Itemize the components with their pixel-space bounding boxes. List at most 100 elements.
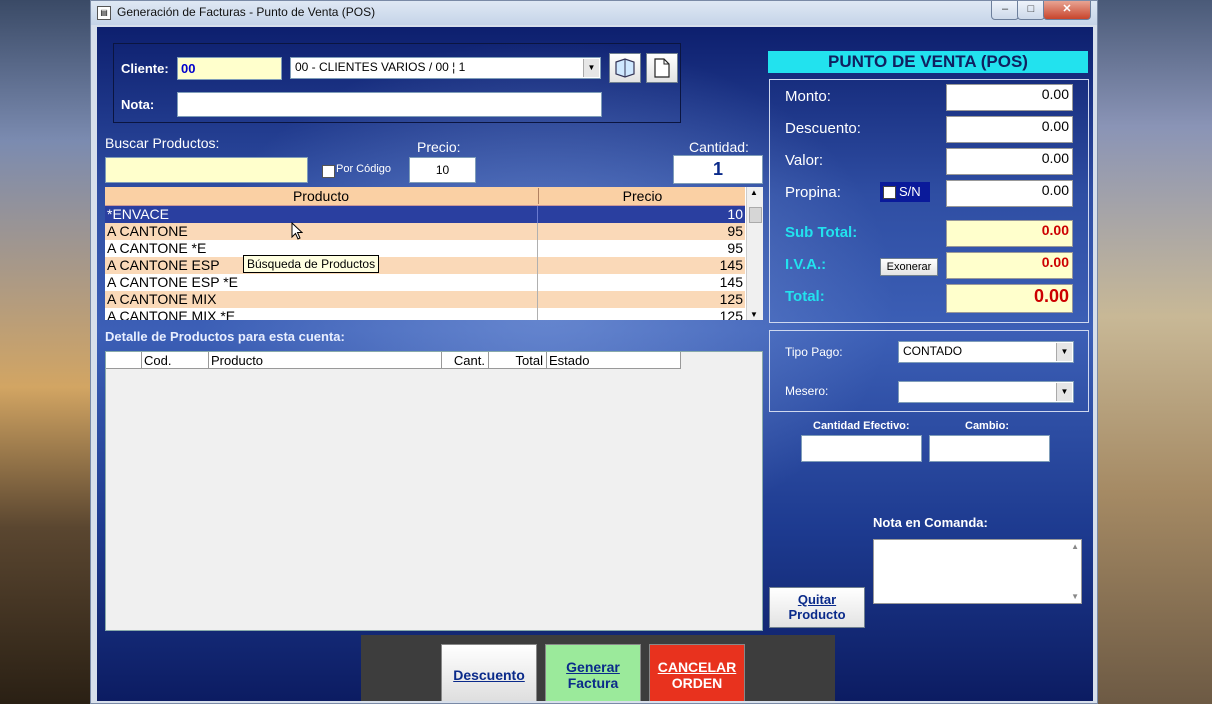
descuento-value: 0.00 [946,116,1073,143]
product-row[interactable]: A CANTONE *E 95 [105,240,745,257]
search-client-button[interactable] [609,53,641,83]
exonerar-button[interactable]: Exonerar [880,258,938,276]
pos-window: ▤ Generación de Facturas - Punto de Vent… [90,0,1098,704]
client-area: Cliente: 00 - CLIENTES VARIOS / 00 ¦ 1 ▼… [97,27,1093,701]
scroll-up-icon[interactable]: ▲ [750,188,758,197]
propina-sn-toggle[interactable]: S/N [880,182,930,202]
propina-checkbox[interactable] [883,186,896,199]
title-bar[interactable]: ▤ Generación de Facturas - Punto de Vent… [91,1,1097,25]
generar-line1: Generar [566,659,620,675]
detail-header-cod[interactable]: Cod. [142,352,209,369]
tipo-pago-label: Tipo Pago: [785,345,843,359]
chevron-down-icon[interactable]: ▼ [1056,383,1072,401]
monto-value: 0.00 [946,84,1073,111]
cambio-input[interactable] [929,435,1050,462]
quitar-line1: Quitar [797,592,837,607]
cliente-label: Cliente: [121,61,169,76]
pos-totals-panel: Monto: 0.00 Descuento: 0.00 Valor: 0.00 … [769,79,1089,323]
cambio-label: Cambio: [965,420,1009,432]
scroll-thumb[interactable] [749,207,762,223]
scroll-up-icon[interactable]: ▲ [1071,542,1079,551]
product-row[interactable]: A CANTONE ESP *E 145 [105,274,745,291]
minimize-button[interactable]: – [991,1,1019,20]
header-producto[interactable]: Producto [105,188,537,204]
quitar-line2: Producto [788,607,846,622]
descuento-label-text: Descuento [453,667,525,683]
propina-value: 0.00 [946,180,1073,207]
product-name: A CANTONE *E [107,240,207,256]
chevron-down-icon[interactable]: ▼ [1056,343,1072,361]
subtotal-value: 0.00 [946,220,1073,247]
detail-header-estado[interactable]: Estado [547,352,681,369]
descuento-label: Descuento: [785,120,861,137]
tooltip: Búsqueda de Productos [243,255,380,273]
detail-header-cant[interactable]: Cant. [442,352,489,369]
total-label: Total: [785,288,825,305]
detail-header-total[interactable]: Total [489,352,547,369]
cantidad-label: Cantidad: [689,139,749,155]
total-value: 0.00 [946,284,1073,313]
product-name: A CANTONE MIX *E [107,308,236,320]
scroll-down-icon[interactable]: ▼ [750,310,758,319]
buscar-label: Buscar Productos: [105,135,220,151]
por-codigo-checkbox[interactable] [322,165,335,178]
document-icon [654,58,670,78]
new-client-button[interactable] [646,53,678,83]
propina-sn-label: S/N [899,184,921,199]
quitar-producto-button[interactable]: Quitar Producto [769,587,865,628]
product-row[interactable]: A CANTONE ESP 145 [105,257,745,274]
payment-panel: Tipo Pago: CONTADO ▼ Mesero: ▼ [769,330,1089,412]
tipo-pago-select[interactable]: CONTADO ▼ [898,341,1074,363]
mesero-select[interactable]: ▼ [898,381,1074,403]
nota-input[interactable] [177,92,602,117]
precio-label: Precio: [417,139,461,155]
cantidad-input[interactable] [673,155,763,184]
product-row[interactable]: A CANTONE MIX *E 125 [105,308,745,320]
header-precio[interactable]: Precio [538,188,746,204]
subtotal-label: Sub Total: [785,224,858,241]
product-name: A CANTONE [107,223,188,239]
product-price: 95 [727,223,743,239]
cancelar-orden-button[interactable]: CANCELAR ORDEN [649,644,745,701]
detail-header-select [106,352,142,369]
product-name: *ENVACE [107,206,169,222]
comanda-textarea[interactable]: ▲ ▼ [873,539,1082,604]
descuento-button[interactable]: Descuento [441,644,537,701]
cancelar-line2: ORDEN [671,675,723,691]
product-row[interactable]: A CANTONE MIX 125 [105,291,745,308]
detail-grid[interactable]: Cod. Producto Cant. Total Estado [105,351,763,631]
desktop-background-left [0,0,92,704]
product-price: 95 [727,240,743,256]
product-price: 125 [719,308,743,320]
product-row[interactable]: *ENVACE 10 [105,206,745,223]
detail-title: Detalle de Productos para esta cuenta: [105,329,345,344]
detail-header-producto[interactable]: Producto [209,352,442,369]
product-price: 125 [719,291,743,307]
mouse-cursor-icon [291,221,304,243]
nota-label: Nota: [121,97,155,112]
products-grid[interactable]: Producto Precio *ENVACE 10 A CANTONE 95 A … [105,187,763,320]
cliente-code-input[interactable] [177,57,282,80]
scroll-down-icon[interactable]: ▼ [1071,592,1079,601]
comanda-label: Nota en Comanda: [873,515,988,530]
cliente-select[interactable]: 00 - CLIENTES VARIOS / 00 ¦ 1 ▼ [290,57,601,79]
valor-label: Valor: [785,152,824,169]
book-icon [615,58,635,78]
close-button[interactable]: ✕ [1043,1,1091,20]
window-title: Generación de Facturas - Punto de Venta … [117,5,376,19]
generar-factura-button[interactable]: Generar Factura [545,644,641,701]
product-price: 145 [719,274,743,290]
maximize-button[interactable]: □ [1017,1,1045,20]
product-name: A CANTONE MIX [107,291,217,307]
chevron-down-icon[interactable]: ▼ [583,59,599,77]
buscar-input[interactable] [105,157,308,183]
iva-value: 0.00 [946,252,1073,279]
cancelar-line1: CANCELAR [657,659,737,675]
efectivo-input[interactable] [801,435,922,462]
product-row[interactable]: A CANTONE 95 [105,223,745,240]
precio-input[interactable] [409,157,476,183]
efectivo-label: Cantidad Efectivo: [813,420,910,432]
product-price: 10 [727,206,743,222]
por-codigo-label: Por Código [336,163,392,175]
products-scrollbar[interactable]: ▲ ▼ [746,187,763,320]
